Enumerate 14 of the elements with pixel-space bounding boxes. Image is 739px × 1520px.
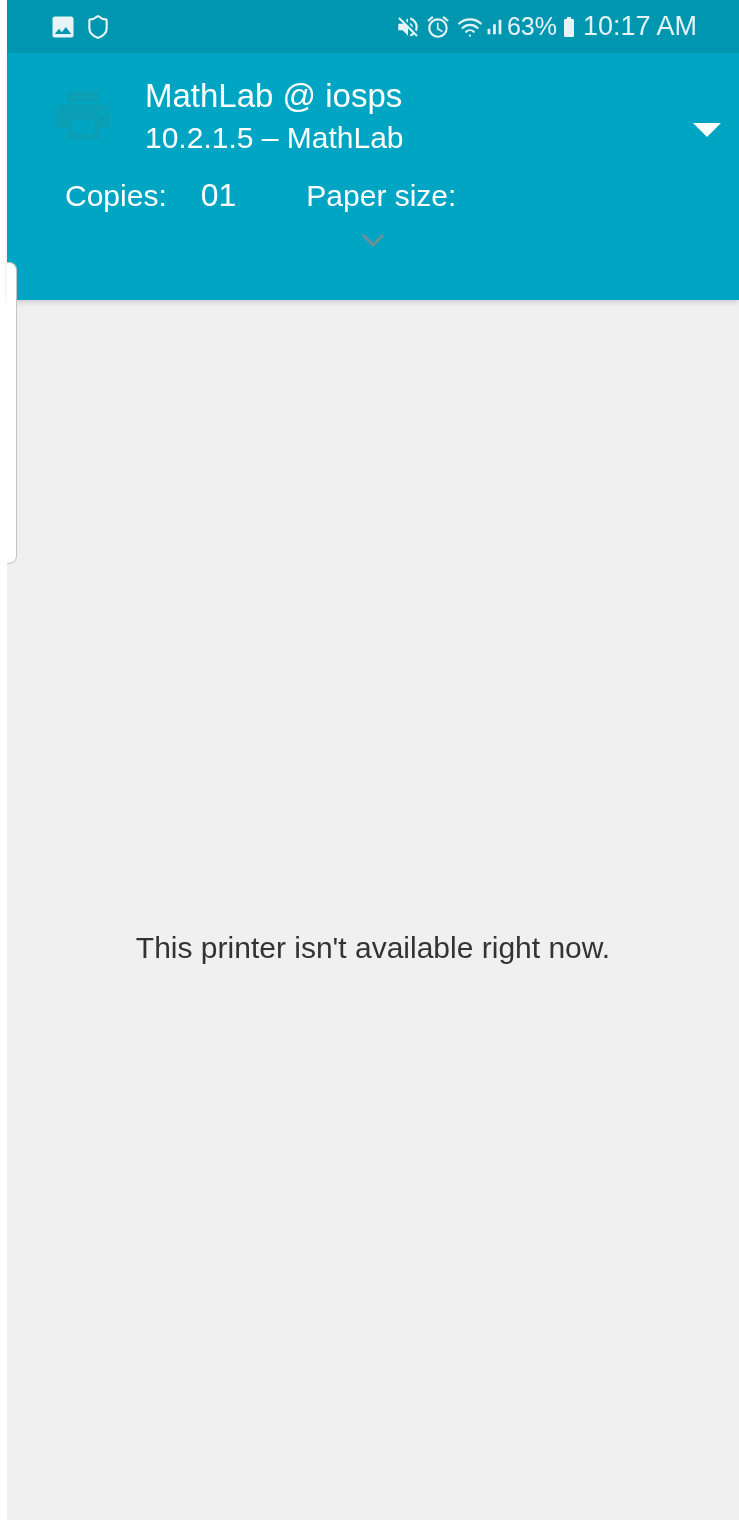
battery-percent: 63% — [506, 10, 557, 42]
edge-panel-handle[interactable] — [7, 262, 17, 564]
printer-name: MathLab @ iosps — [145, 76, 404, 116]
expand-button[interactable] — [361, 233, 385, 247]
copies-label: Copies: — [65, 177, 167, 214]
shield-icon — [85, 13, 111, 40]
copies-value[interactable]: 01 — [200, 171, 237, 219]
chevron-down-icon — [361, 233, 385, 247]
dropdown-icon — [693, 123, 721, 137]
paper-size-label: Paper size: — [306, 177, 457, 214]
printer-detail: 10.2.1.5 – MathLab — [145, 120, 404, 156]
unavailable-message: This printer isn't available right now. — [135, 929, 611, 966]
alarm-icon — [424, 13, 451, 40]
clock-time: 10:17 AM — [582, 10, 697, 44]
